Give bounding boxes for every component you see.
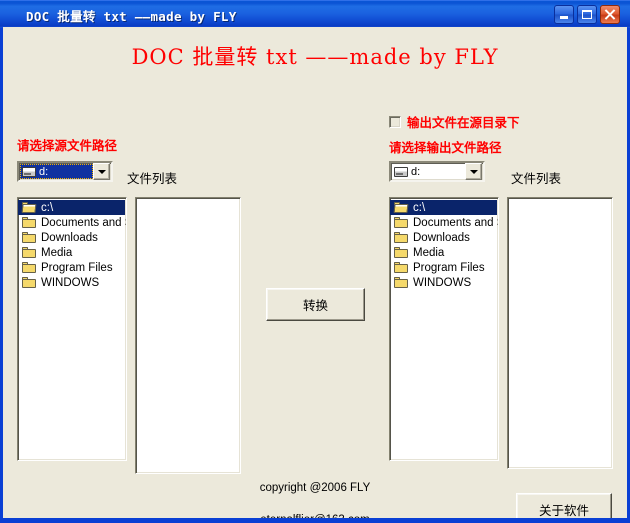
minimize-icon xyxy=(560,16,568,19)
close-button[interactable] xyxy=(600,5,620,24)
convert-button-label: 转换 xyxy=(302,298,328,313)
directory-row[interactable]: Downloads xyxy=(18,230,126,245)
output-drive-combo-value-area: d: xyxy=(392,164,465,179)
source-drive-combo[interactable]: d: xyxy=(17,161,113,182)
checkbox-box-icon xyxy=(389,115,401,128)
directory-name: Program Files xyxy=(413,261,485,274)
folder-icon xyxy=(394,261,409,274)
source-file-listbox[interactable] xyxy=(135,197,241,474)
directory-name: Program Files xyxy=(41,261,113,274)
output-path-label: 请选择输出文件路径 xyxy=(389,140,502,155)
directory-name: Media xyxy=(413,246,445,259)
directory-row[interactable]: WINDOWS xyxy=(18,275,126,290)
directory-row[interactable]: Program Files xyxy=(390,260,498,275)
folder-open-icon xyxy=(393,201,409,214)
minimize-button[interactable] xyxy=(554,5,574,24)
folder-icon xyxy=(394,231,409,244)
folder-icon xyxy=(394,246,409,259)
window-title: DOC 批量转 txt ——made by FLY xyxy=(26,9,237,24)
about-button[interactable]: 关于软件 xyxy=(516,493,612,518)
directory-name: c:\ xyxy=(413,201,426,214)
folder-icon xyxy=(22,261,37,274)
chevron-down-icon[interactable] xyxy=(93,163,110,180)
output-same-dir-checkbox[interactable]: 输出文件在源目录下 xyxy=(389,112,520,131)
directory-name: Downloads xyxy=(41,231,98,244)
chevron-down-icon[interactable] xyxy=(465,163,482,180)
output-same-dir-label: 输出文件在源目录下 xyxy=(407,115,520,130)
about-button-label: 关于软件 xyxy=(538,503,589,518)
output-directory-rows: c:\ Documents and S Downloads Media Program … xyxy=(390,200,498,290)
directory-row[interactable]: c:\ xyxy=(18,200,125,215)
directory-row[interactable]: Documents and S xyxy=(18,215,126,230)
directory-name: WINDOWS xyxy=(413,276,472,289)
output-drive-value: d: xyxy=(411,165,421,178)
output-file-listbox[interactable] xyxy=(507,197,613,469)
directory-name: c:\ xyxy=(41,201,54,214)
client-area: DOC 批量转 txt ——made by FLY 请选择源文件路径 d: 文件… xyxy=(3,27,627,518)
folder-icon xyxy=(394,276,409,289)
directory-name: Documents and S xyxy=(413,216,499,229)
application-window: DOC 批量转 txt ——made by FLY DOC 批量转 txt ——… xyxy=(0,0,630,523)
source-drive-combo-value-area: d: xyxy=(20,164,93,179)
convert-button[interactable]: 转换 xyxy=(266,288,365,321)
directory-row[interactable]: c:\ xyxy=(390,200,497,215)
source-drive-value: d: xyxy=(39,165,49,178)
directory-name: WINDOWS xyxy=(41,276,100,289)
folder-icon xyxy=(22,246,37,259)
title-bar[interactable]: DOC 批量转 txt ——made by FLY xyxy=(0,0,630,28)
drive-icon xyxy=(394,166,408,177)
close-icon xyxy=(604,9,616,20)
directory-row[interactable]: Downloads xyxy=(390,230,498,245)
directory-row[interactable]: WINDOWS xyxy=(390,275,498,290)
maximize-icon xyxy=(582,10,592,19)
directory-row[interactable]: Media xyxy=(18,245,126,260)
folder-icon xyxy=(394,216,409,229)
source-path-label: 请选择源文件路径 xyxy=(17,138,118,153)
source-file-list-label: 文件列表 xyxy=(127,171,178,186)
output-file-list-label: 文件列表 xyxy=(511,171,562,186)
directory-row[interactable]: Documents and S xyxy=(390,215,498,230)
output-directory-tree[interactable]: c:\ Documents and S Downloads Media Program … xyxy=(389,197,499,461)
drive-icon xyxy=(22,166,36,177)
directory-row[interactable]: Program Files xyxy=(18,260,126,275)
directory-row[interactable]: Media xyxy=(390,245,498,260)
folder-icon xyxy=(22,216,37,229)
folder-open-icon xyxy=(21,201,37,214)
page-title: DOC 批量转 txt ——made by FLY xyxy=(131,45,499,69)
folder-icon xyxy=(22,276,37,289)
directory-name: Media xyxy=(41,246,73,259)
maximize-button[interactable] xyxy=(577,5,597,24)
directory-name: Downloads xyxy=(413,231,470,244)
folder-icon xyxy=(22,231,37,244)
directory-name: Documents and S xyxy=(41,216,127,229)
source-directory-rows: c:\ Documents and S Downloads Media Program … xyxy=(18,200,126,290)
output-drive-combo[interactable]: d: xyxy=(389,161,485,182)
source-directory-tree[interactable]: c:\ Documents and S Downloads Media Program … xyxy=(17,197,127,461)
